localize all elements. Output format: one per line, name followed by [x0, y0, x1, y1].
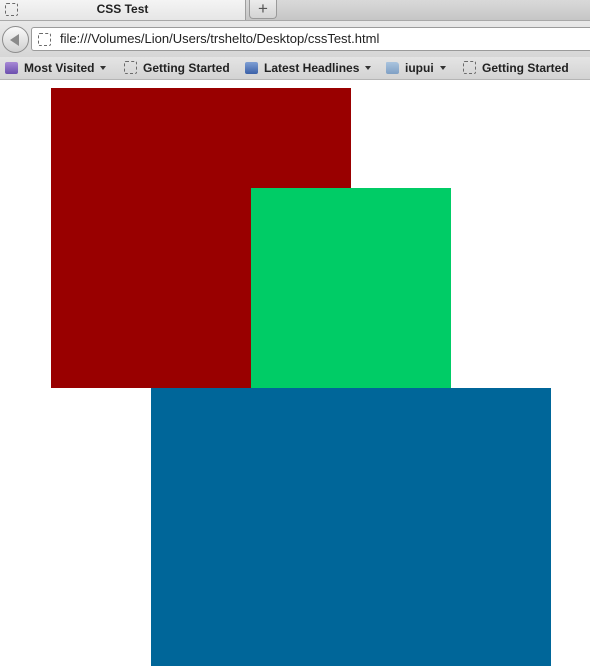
bookmarks-toolbar: Most Visited Getting Started Latest Head…	[0, 57, 590, 80]
bookmark-label: Most Visited	[24, 61, 95, 75]
rss-icon	[245, 61, 258, 74]
tab-strip: CSS Test +	[0, 0, 590, 21]
bookmark-most-visited[interactable]: Most Visited	[5, 60, 107, 76]
new-tab-button[interactable]: +	[249, 0, 277, 19]
bookmark-getting-started-2[interactable]: Getting Started	[463, 60, 569, 76]
url-text[interactable]: file:///Volumes/Lion/Users/trshelto/Desk…	[60, 31, 379, 46]
chevron-down-icon	[365, 65, 372, 70]
most-visited-icon	[5, 61, 18, 74]
page-icon	[38, 33, 51, 46]
bookmark-latest-headlines[interactable]: Latest Headlines	[245, 60, 372, 76]
bookmark-label: iupui	[405, 61, 434, 75]
chevron-down-icon	[100, 65, 107, 70]
browser-window: CSS Test + file:///Volumes/Lion/Users/tr…	[0, 0, 590, 666]
tab-title: CSS Test	[96, 2, 149, 16]
url-bar[interactable]: file:///Volumes/Lion/Users/trshelto/Desk…	[31, 27, 590, 51]
bookmark-getting-started[interactable]: Getting Started	[124, 60, 230, 76]
bookmark-label: Getting Started	[143, 61, 230, 75]
chevron-down-icon	[439, 65, 446, 70]
folder-icon	[386, 61, 399, 74]
bookmark-folder-iupui[interactable]: iupui	[386, 60, 446, 76]
page-icon	[124, 61, 137, 75]
blue-box	[151, 388, 551, 666]
green-box	[251, 188, 451, 388]
bookmark-label: Latest Headlines	[264, 61, 360, 75]
tab-css-test[interactable]: CSS Test	[0, 0, 246, 20]
back-arrow-icon	[10, 34, 19, 46]
bookmark-label: Getting Started	[482, 61, 569, 75]
navigation-toolbar: file:///Volumes/Lion/Users/trshelto/Desk…	[0, 21, 590, 57]
page-icon	[463, 61, 476, 75]
back-button[interactable]	[2, 26, 29, 53]
page-content	[0, 80, 590, 666]
